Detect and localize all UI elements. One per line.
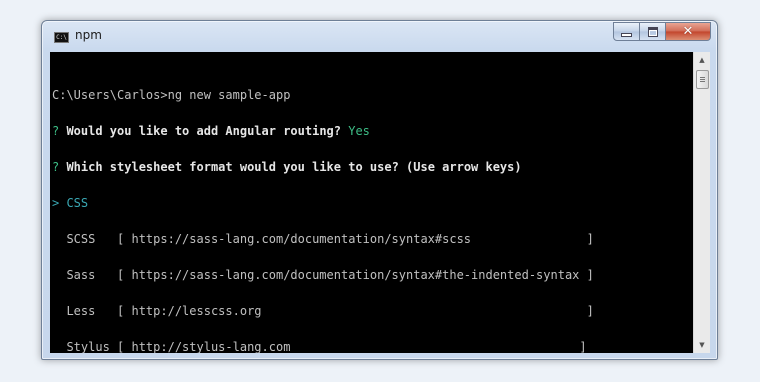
grip-icon: [700, 79, 705, 80]
question-text: Which stylesheet format would you like t…: [59, 160, 407, 174]
option-item[interactable]: Stylus [ http://stylus-lang.com ]: [52, 341, 594, 353]
option-item[interactable]: Sass [ https://sass-lang.com/documentati…: [52, 269, 593, 281]
console-window: C:\ npm ✕ C:\Users\Carlos>ng new sample-…: [41, 20, 718, 360]
stylesheet-question: ? Which stylesheet format would you like…: [52, 161, 594, 173]
minimize-icon: [621, 32, 632, 37]
scroll-up-arrow-icon[interactable]: ▲: [694, 52, 710, 68]
answer-text: Yes: [348, 124, 370, 138]
console-output[interactable]: C:\Users\Carlos>ng new sample-app ? Woul…: [50, 52, 693, 353]
option-label: CSS: [59, 196, 89, 210]
close-button[interactable]: ✕: [666, 22, 711, 41]
grip-icon: [700, 77, 705, 78]
console-icon: C:\: [54, 32, 69, 43]
scrollbar-thumb[interactable]: [696, 70, 709, 89]
question-text: Would you like to add Angular routing?: [59, 124, 349, 138]
command-line: C:\Users\Carlos>ng new sample-app: [52, 88, 291, 102]
caption-buttons: ✕: [613, 22, 711, 42]
vertical-scrollbar[interactable]: ▲ ▼: [693, 52, 710, 353]
maximize-button[interactable]: [640, 22, 666, 41]
hint-text: (Use arrow keys): [406, 160, 522, 174]
option-item[interactable]: SCSS [ https://sass-lang.com/documentati…: [52, 233, 593, 245]
maximize-icon: [647, 26, 658, 37]
grip-icon: [700, 81, 705, 82]
title-bar[interactable]: C:\ npm ✕: [42, 21, 717, 51]
close-icon: ✕: [682, 24, 694, 39]
option-item[interactable]: Less [ http://lesscss.org ]: [52, 305, 593, 317]
minimize-button[interactable]: [613, 22, 640, 41]
routing-question: ? Would you like to add Angular routing?…: [52, 125, 594, 137]
window-title: npm: [75, 28, 102, 42]
scroll-down-arrow-icon[interactable]: ▼: [694, 337, 710, 353]
selected-option[interactable]: > CSS: [52, 197, 594, 209]
